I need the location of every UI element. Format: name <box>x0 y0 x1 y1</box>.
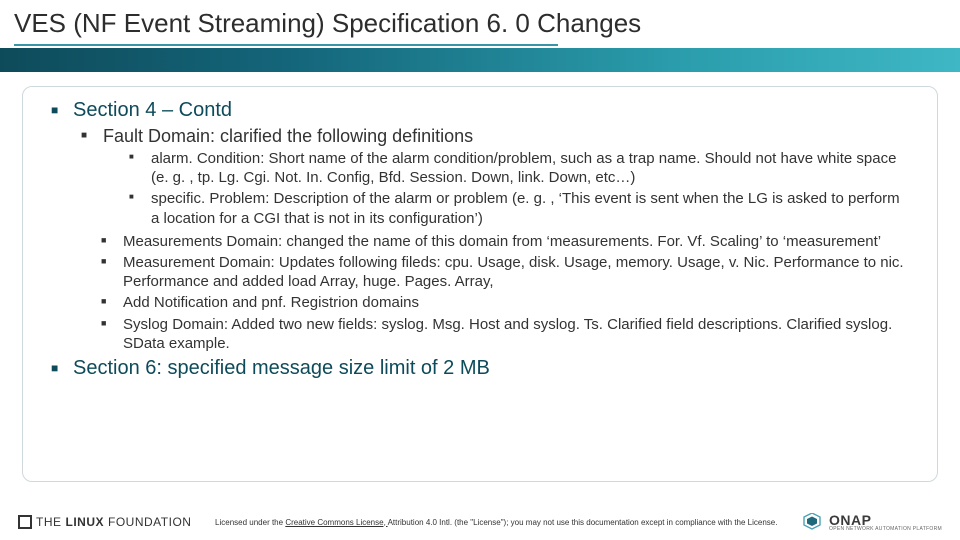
slide: VES (NF Event Streaming) Specification 6… <box>0 0 960 540</box>
section-4-heading: Section 4 – Contd <box>73 99 232 121</box>
alarm-condition-def: alarm. Condition: Short name of the alar… <box>129 149 909 187</box>
notification-domain-add: Add Notification and pnf. Registrion dom… <box>101 293 909 312</box>
footer: THE LINUX FOUNDATION Licensed under the … <box>0 504 960 540</box>
teal-divider-bar <box>0 48 960 72</box>
section-4-item: Section 4 – Contd Fault Domain: clarifie… <box>51 99 909 353</box>
lf-foundation: FOUNDATION <box>108 515 191 529</box>
specific-problem-def: specific. Problem: Description of the al… <box>129 189 909 227</box>
onap-sub: OPEN NETWORK AUTOMATION PLATFORM <box>829 527 942 532</box>
lf-linux: LINUX <box>66 515 105 529</box>
section-6-text: Section 6: specified message size limit … <box>73 357 490 379</box>
linux-foundation-logo: THE LINUX FOUNDATION <box>18 515 191 529</box>
section-6-item: Section 6: specified message size limit … <box>51 357 909 380</box>
measurement-domain-updates: Measurement Domain: Updates following fi… <box>101 253 909 291</box>
syslog-domain-updates: Syslog Domain: Added two new fields: sys… <box>101 315 909 353</box>
onap-logo: ONAP OPEN NETWORK AUTOMATION PLATFORM <box>801 513 942 532</box>
slide-title: VES (NF Event Streaming) Specification 6… <box>14 8 641 39</box>
lf-the: THE <box>36 515 62 529</box>
onap-text: ONAP OPEN NETWORK AUTOMATION PLATFORM <box>829 513 942 532</box>
title-band: VES (NF Event Streaming) Specification 6… <box>0 0 960 70</box>
fault-domain-item: Fault Domain: clarified the following de… <box>81 126 909 228</box>
license-pre: Licensed under the <box>215 518 285 527</box>
onap-mark-icon <box>801 513 823 531</box>
onap-main: ONAP <box>829 513 942 527</box>
license-text: Licensed under the Creative Commons Lice… <box>191 518 801 527</box>
measurements-domain-rename: Measurements Domain: changed the name of… <box>101 232 909 251</box>
license-link: Creative Commons License, <box>285 518 387 527</box>
fault-domain-text: Fault Domain: clarified the following de… <box>103 126 473 146</box>
license-post: Attribution 4.0 Intl. (the "License"); y… <box>388 518 778 527</box>
lf-box-icon <box>18 515 32 529</box>
content-card: Section 4 – Contd Fault Domain: clarifie… <box>22 86 938 482</box>
title-underline <box>14 44 558 46</box>
